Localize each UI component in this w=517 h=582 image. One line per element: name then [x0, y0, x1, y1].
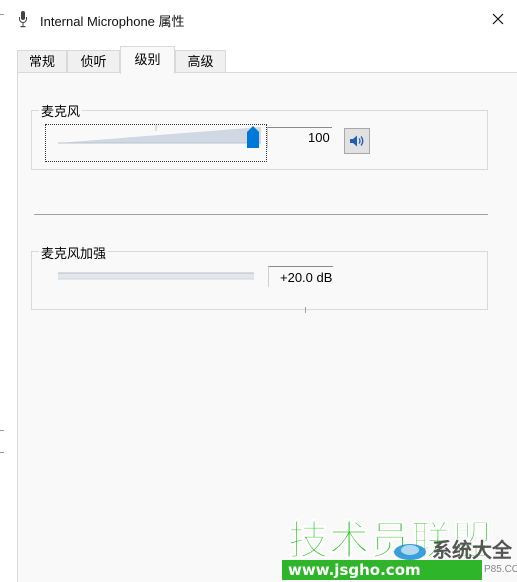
background-window-edge: [0, 0, 4, 582]
separator: [34, 214, 488, 215]
mute-button[interactable]: [344, 128, 370, 154]
microphone-slider[interactable]: [58, 125, 261, 149]
microphone-value: 100: [308, 130, 330, 145]
watermark-subtitle: 系统大全: [432, 540, 512, 562]
watermark-url-secondary: P85.COM: [484, 564, 517, 575]
title-bar: Internal Microphone 属性: [0, 0, 517, 38]
microphone-slider-track: [58, 125, 261, 144]
close-button[interactable]: [484, 6, 512, 32]
watermark-logo-icon: [394, 544, 426, 560]
boost-slider-track: [58, 272, 254, 280]
microphone-slider-thumb[interactable]: [246, 126, 260, 148]
tab-advanced[interactable]: 高级: [175, 50, 226, 72]
boost-slider[interactable]: [58, 267, 254, 283]
microphone-group-label: 麦克风: [39, 101, 83, 120]
boost-value: +20.0 dB: [280, 270, 333, 285]
levels-panel: 麦克风 100 麦克风加强 +20.0 dB: [17, 73, 517, 582]
tab-strip: 常规 侦听 级别 高级: [17, 46, 517, 74]
tab-general[interactable]: 常规: [17, 50, 67, 72]
tab-levels[interactable]: 级别: [120, 46, 175, 74]
watermark-url: www.jsgho.com: [282, 560, 482, 580]
boost-tick: [305, 307, 306, 313]
microphone-icon: [19, 11, 27, 28]
window-title: Internal Microphone 属性: [40, 14, 185, 29]
boost-group-label: 麦克风加强: [39, 243, 109, 262]
tab-listen[interactable]: 侦听: [67, 50, 120, 72]
speaker-icon: [350, 135, 364, 147]
close-icon: [492, 13, 504, 25]
watermark: 技术员联盟 系统大全 www.jsgho.com P85.COM: [282, 508, 517, 582]
